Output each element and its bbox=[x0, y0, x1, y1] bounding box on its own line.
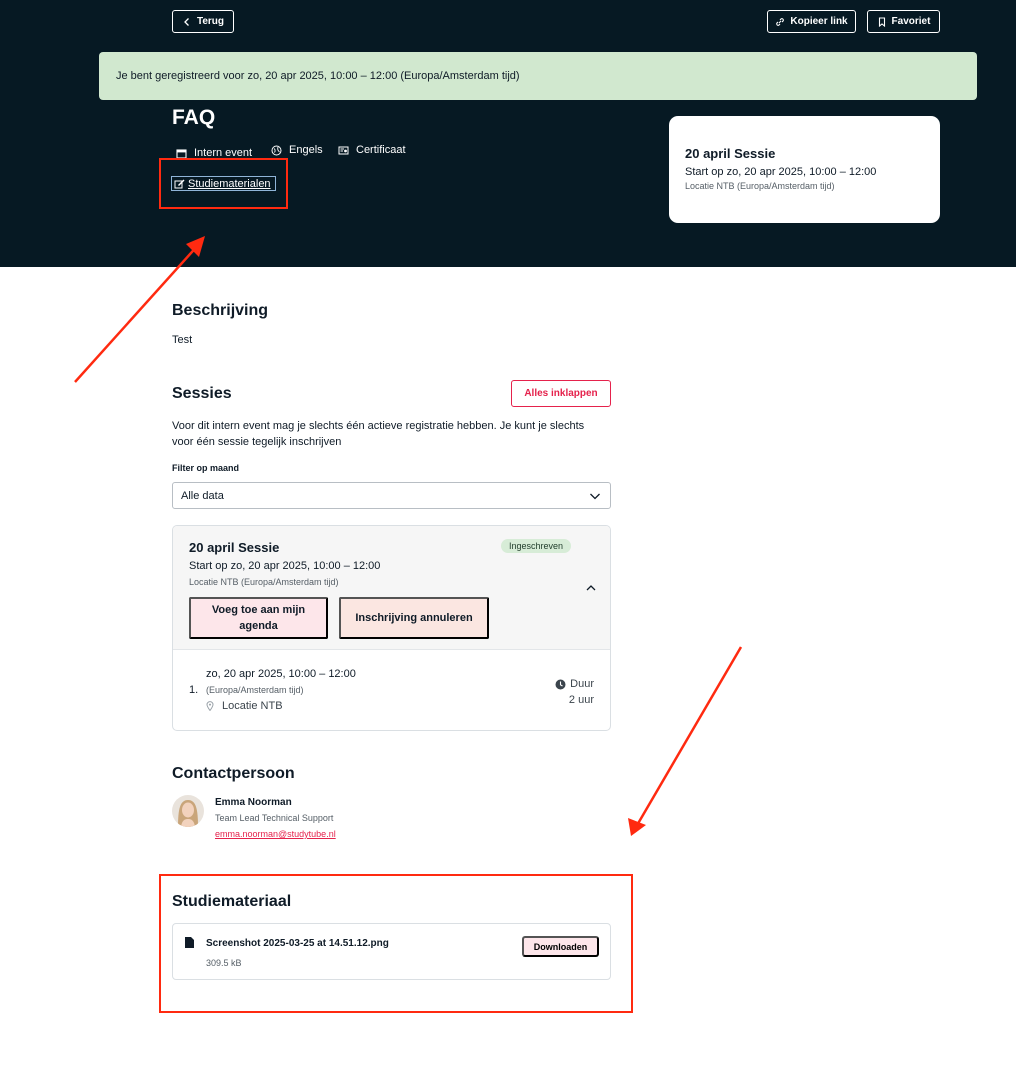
occurrence-timezone: (Europa/Amsterdam tijd) bbox=[206, 685, 304, 695]
duration-label: Duur bbox=[570, 678, 594, 690]
calendar-icon bbox=[176, 148, 187, 159]
description-text: Test bbox=[172, 334, 193, 346]
add-to-agenda-label-line2: agenda bbox=[239, 620, 278, 632]
chevron-down-icon bbox=[590, 493, 600, 500]
session-item: 20 april Sessie Ingeschreven Start op zo… bbox=[172, 525, 611, 731]
meta-certificate-label: Certificaat bbox=[356, 144, 406, 156]
chevron-left-icon bbox=[184, 17, 189, 26]
certificate-icon bbox=[338, 146, 349, 154]
session-item-title: 20 april Sessie bbox=[189, 540, 280, 555]
occurrence-duration: Duur 2 uur bbox=[555, 676, 594, 708]
description-heading: Beschrijving bbox=[172, 302, 269, 319]
status-badge: Ingeschreven bbox=[501, 539, 571, 553]
session-summary-start: Start op zo, 20 apr 2025, 10:00 – 12:00 bbox=[685, 166, 877, 178]
session-summary-location: Locatie NTB (Europa/Amsterdam tijd) bbox=[685, 181, 835, 191]
favorite-button[interactable]: Favoriet bbox=[867, 10, 940, 33]
meta-language-label: Engels bbox=[289, 144, 323, 156]
sessions-heading: Sessies bbox=[172, 385, 232, 402]
location-pin-icon bbox=[206, 701, 214, 711]
avatar bbox=[172, 795, 204, 827]
meta-certificate: Certificaat bbox=[338, 144, 406, 156]
copy-link-label: Kopieer link bbox=[790, 16, 848, 27]
favorite-label: Favoriet bbox=[891, 16, 931, 27]
occurrence-location: Locatie NTB bbox=[206, 700, 283, 712]
add-to-agenda-button[interactable]: Voeg toe aan mijn agenda bbox=[189, 597, 328, 639]
occurrence-location-label: Locatie NTB bbox=[222, 700, 283, 712]
annotation-box-study-material bbox=[159, 874, 633, 1013]
collapse-all-button[interactable]: Alles inklappen bbox=[511, 380, 611, 407]
registration-banner-text: Je bent geregistreerd voor zo, 20 apr 20… bbox=[116, 70, 520, 82]
registration-banner: Je bent geregistreerd voor zo, 20 apr 20… bbox=[99, 52, 977, 100]
filter-label: Filter op maand bbox=[172, 463, 240, 473]
copy-link-button[interactable]: Kopieer link bbox=[767, 10, 856, 33]
sessions-info-line2: voor één sessie tegelijk inschrijven bbox=[172, 436, 342, 448]
month-filter-value: Alle data bbox=[181, 489, 224, 502]
session-summary-title: 20 april Sessie bbox=[685, 146, 776, 161]
page-title: FAQ bbox=[172, 106, 216, 129]
back-button-label: Terug bbox=[196, 16, 225, 27]
link-icon bbox=[776, 17, 785, 26]
cancel-registration-button[interactable]: Inschrijving annuleren bbox=[339, 597, 489, 639]
month-filter-select[interactable]: Alle data bbox=[172, 482, 611, 509]
contact-email-link[interactable]: emma.noorman@studytube.nl bbox=[215, 829, 336, 839]
duration-value: 2 uur bbox=[568, 694, 594, 706]
contact-name: Emma Noorman bbox=[215, 797, 292, 808]
session-summary-card: 20 april Sessie Start op zo, 20 apr 2025… bbox=[669, 116, 940, 223]
meta-language: Engels bbox=[271, 144, 323, 156]
session-item-start: Start op zo, 20 apr 2025, 10:00 – 12:00 bbox=[189, 560, 381, 572]
annotation-box-study-link bbox=[159, 158, 288, 209]
add-to-agenda-label-line1: Voeg toe aan mijn bbox=[211, 604, 306, 616]
bookmark-icon bbox=[878, 16, 885, 27]
globe-icon bbox=[271, 145, 282, 155]
chevron-up-icon[interactable] bbox=[585, 583, 597, 593]
clock-icon bbox=[555, 679, 566, 689]
session-item-header[interactable]: 20 april Sessie Ingeschreven Start op zo… bbox=[173, 526, 610, 650]
occurrence-date: zo, 20 apr 2025, 10:00 – 12:00 bbox=[206, 668, 356, 680]
contact-role: Team Lead Technical Support bbox=[215, 813, 334, 823]
sessions-info-line1: Voor dit intern event mag je slechts één… bbox=[172, 420, 585, 432]
contact-heading: Contactpersoon bbox=[172, 765, 295, 782]
session-item-location: Locatie NTB (Europa/Amsterdam tijd) bbox=[189, 577, 339, 587]
back-button[interactable]: Terug bbox=[172, 10, 234, 33]
occurrence-number: 1. bbox=[189, 684, 199, 696]
